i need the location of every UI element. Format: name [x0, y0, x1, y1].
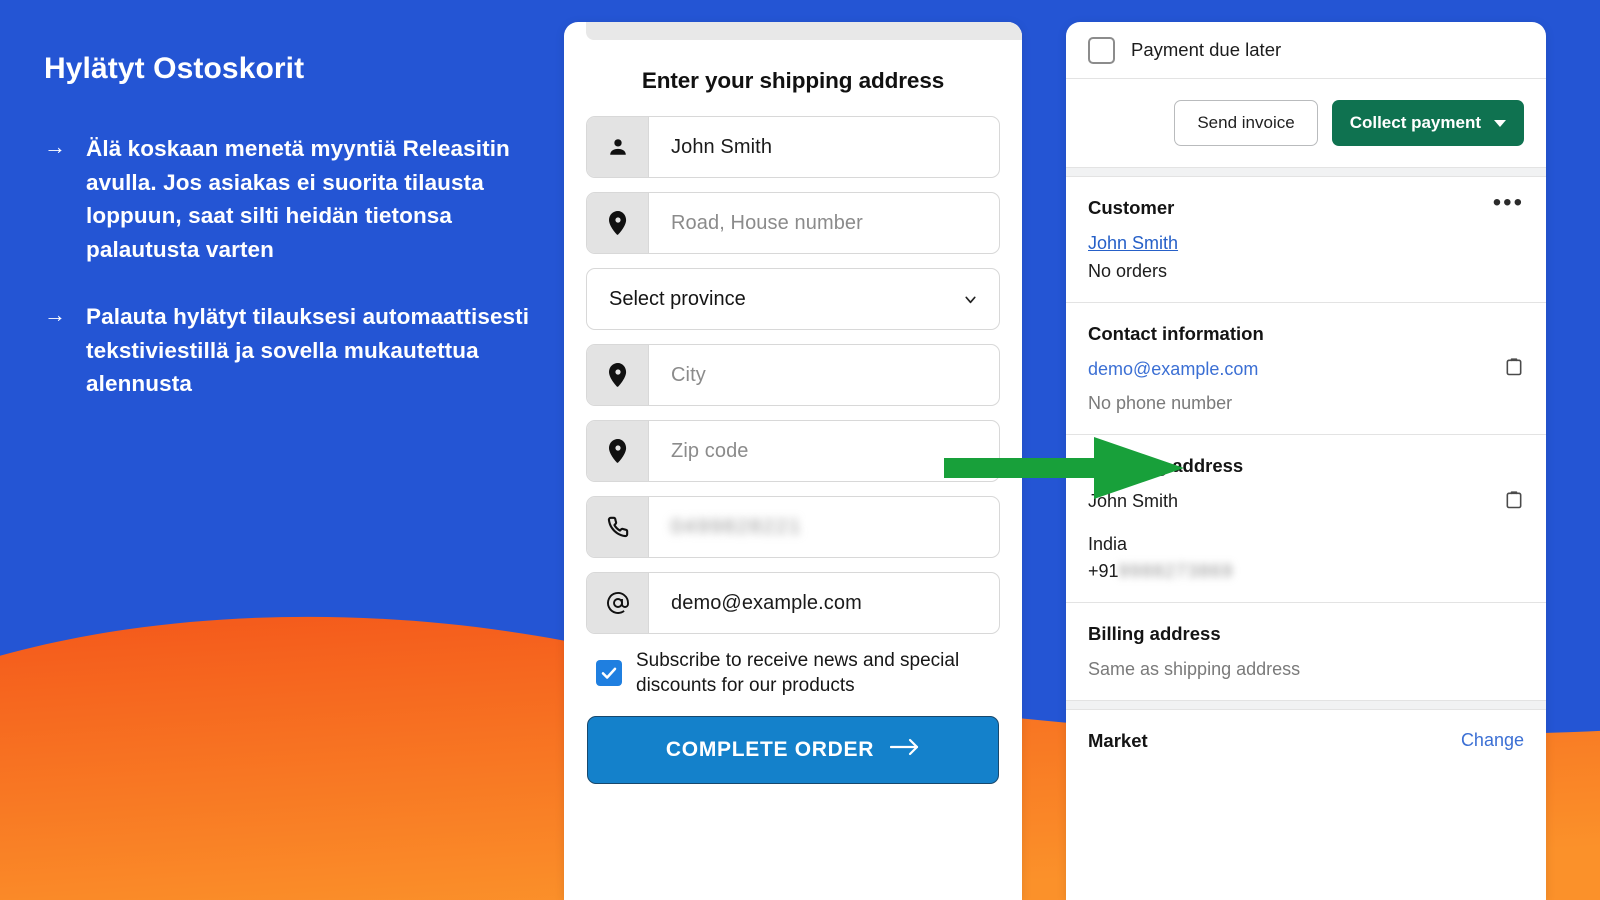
arrow-right-icon: → [44, 302, 66, 327]
location-pin-icon [587, 193, 649, 253]
fullname-input[interactable]: John Smith [649, 117, 999, 177]
promo-panel: Hylätyt Ostoskorit → Älä koskaan menetä … [44, 52, 544, 435]
email-field[interactable]: demo@example.com [586, 572, 1000, 634]
promo-bullet-text: Älä koskaan menetä myyntiä Releasitin av… [86, 136, 510, 262]
contact-information-section: Contact information demo@example.com No … [1066, 303, 1546, 434]
chevron-down-icon [1494, 119, 1506, 127]
shipping-country: India [1088, 534, 1128, 554]
more-horizontal-icon[interactable]: ••• [1493, 191, 1524, 215]
shipping-address-section: Shipping address John Smith India +91998… [1066, 435, 1546, 602]
shipping-phone: +919988273869 [1088, 561, 1524, 582]
complete-order-label: COMPLETE ORDER [665, 738, 875, 761]
promo-bullet-1: → Älä koskaan menetä myyntiä Releasitin … [44, 132, 544, 266]
shipping-phone-prefix: +91 [1088, 561, 1119, 581]
arrow-right-icon: → [44, 134, 66, 159]
send-invoice-label: Send invoice [1197, 113, 1295, 132]
city-field[interactable]: City [586, 344, 1000, 406]
arrow-right-icon [889, 738, 920, 762]
person-icon [587, 117, 649, 177]
payment-due-later-row[interactable]: Payment due later [1088, 22, 1524, 78]
shipping-phone-masked: 9988273869 [1118, 561, 1234, 581]
street-field[interactable]: Road, House number [586, 192, 1000, 254]
market-section: Market Change [1066, 710, 1546, 786]
phone-field[interactable]: 0499828221 [586, 496, 1000, 558]
email-input[interactable]: demo@example.com [649, 573, 999, 633]
payment-due-later-checkbox[interactable] [1088, 36, 1115, 64]
subscribe-label: Subscribe to receive news and special di… [636, 650, 960, 696]
payment-due-later-label: Payment due later [1131, 39, 1282, 60]
location-pin-icon [587, 421, 649, 481]
subscribe-checkbox[interactable] [596, 660, 622, 686]
contact-phone: No phone number [1088, 393, 1233, 413]
shipping-name: John Smith [1088, 491, 1179, 511]
city-input[interactable]: City [649, 345, 999, 405]
collect-payment-label: Collect payment [1349, 113, 1481, 132]
shipping-title: Shipping address [1088, 455, 1244, 476]
chevron-down-icon [962, 291, 979, 308]
collect-payment-button[interactable]: Collect payment [1331, 100, 1524, 146]
zipcode-field[interactable]: Zip code [586, 420, 1000, 482]
customer-name-link[interactable]: John Smith [1088, 233, 1178, 254]
section-gap [1066, 700, 1546, 710]
subscribe-row[interactable]: Subscribe to receive news and special di… [596, 648, 1000, 698]
order-admin-panel: Payment due later Send invoice Collect p… [1066, 22, 1546, 900]
checkout-heading: Enter your shipping address [641, 68, 945, 93]
clipboard-icon[interactable] [1504, 490, 1524, 511]
province-select-label: Select province [609, 287, 746, 310]
phone-input[interactable]: 0499828221 [649, 497, 999, 557]
checkout-top-strip [586, 22, 1022, 40]
at-sign-icon [587, 573, 649, 633]
street-input[interactable]: Road, House number [649, 193, 999, 253]
checkout-card: Enter your shipping address John Smith R… [564, 22, 1022, 900]
customer-orders: No orders [1088, 261, 1168, 281]
section-gap [1066, 167, 1546, 177]
billing-title: Billing address [1088, 623, 1221, 644]
billing-address-section: Billing address Same as shipping address [1066, 603, 1546, 700]
page-title: Hylätyt Ostoskorit [44, 52, 305, 85]
market-title: Market [1088, 730, 1148, 751]
billing-value: Same as shipping address [1088, 659, 1301, 679]
market-change-link[interactable]: Change [1461, 730, 1524, 751]
contact-title: Contact information [1088, 323, 1264, 344]
fullname-field[interactable]: John Smith [586, 116, 1000, 178]
promo-bullet-2: → Palauta hylätyt tilauksesi automaattis… [44, 300, 544, 401]
phone-icon [587, 497, 649, 557]
customer-title: Customer [1088, 197, 1175, 218]
customer-section: Customer ••• John Smith No orders [1066, 177, 1546, 302]
location-pin-icon [587, 345, 649, 405]
send-invoice-button[interactable]: Send invoice [1174, 100, 1318, 146]
clipboard-icon[interactable] [1504, 357, 1524, 378]
zipcode-input[interactable]: Zip code [649, 421, 999, 481]
complete-order-button[interactable]: COMPLETE ORDER [587, 716, 999, 784]
province-select[interactable]: Select province [586, 268, 1000, 330]
payment-actions-row: Send invoice Collect payment [1066, 79, 1546, 167]
promo-bullet-text: Palauta hylätyt tilauksesi automaattises… [86, 304, 530, 396]
contact-email-link[interactable]: demo@example.com [1088, 359, 1258, 379]
